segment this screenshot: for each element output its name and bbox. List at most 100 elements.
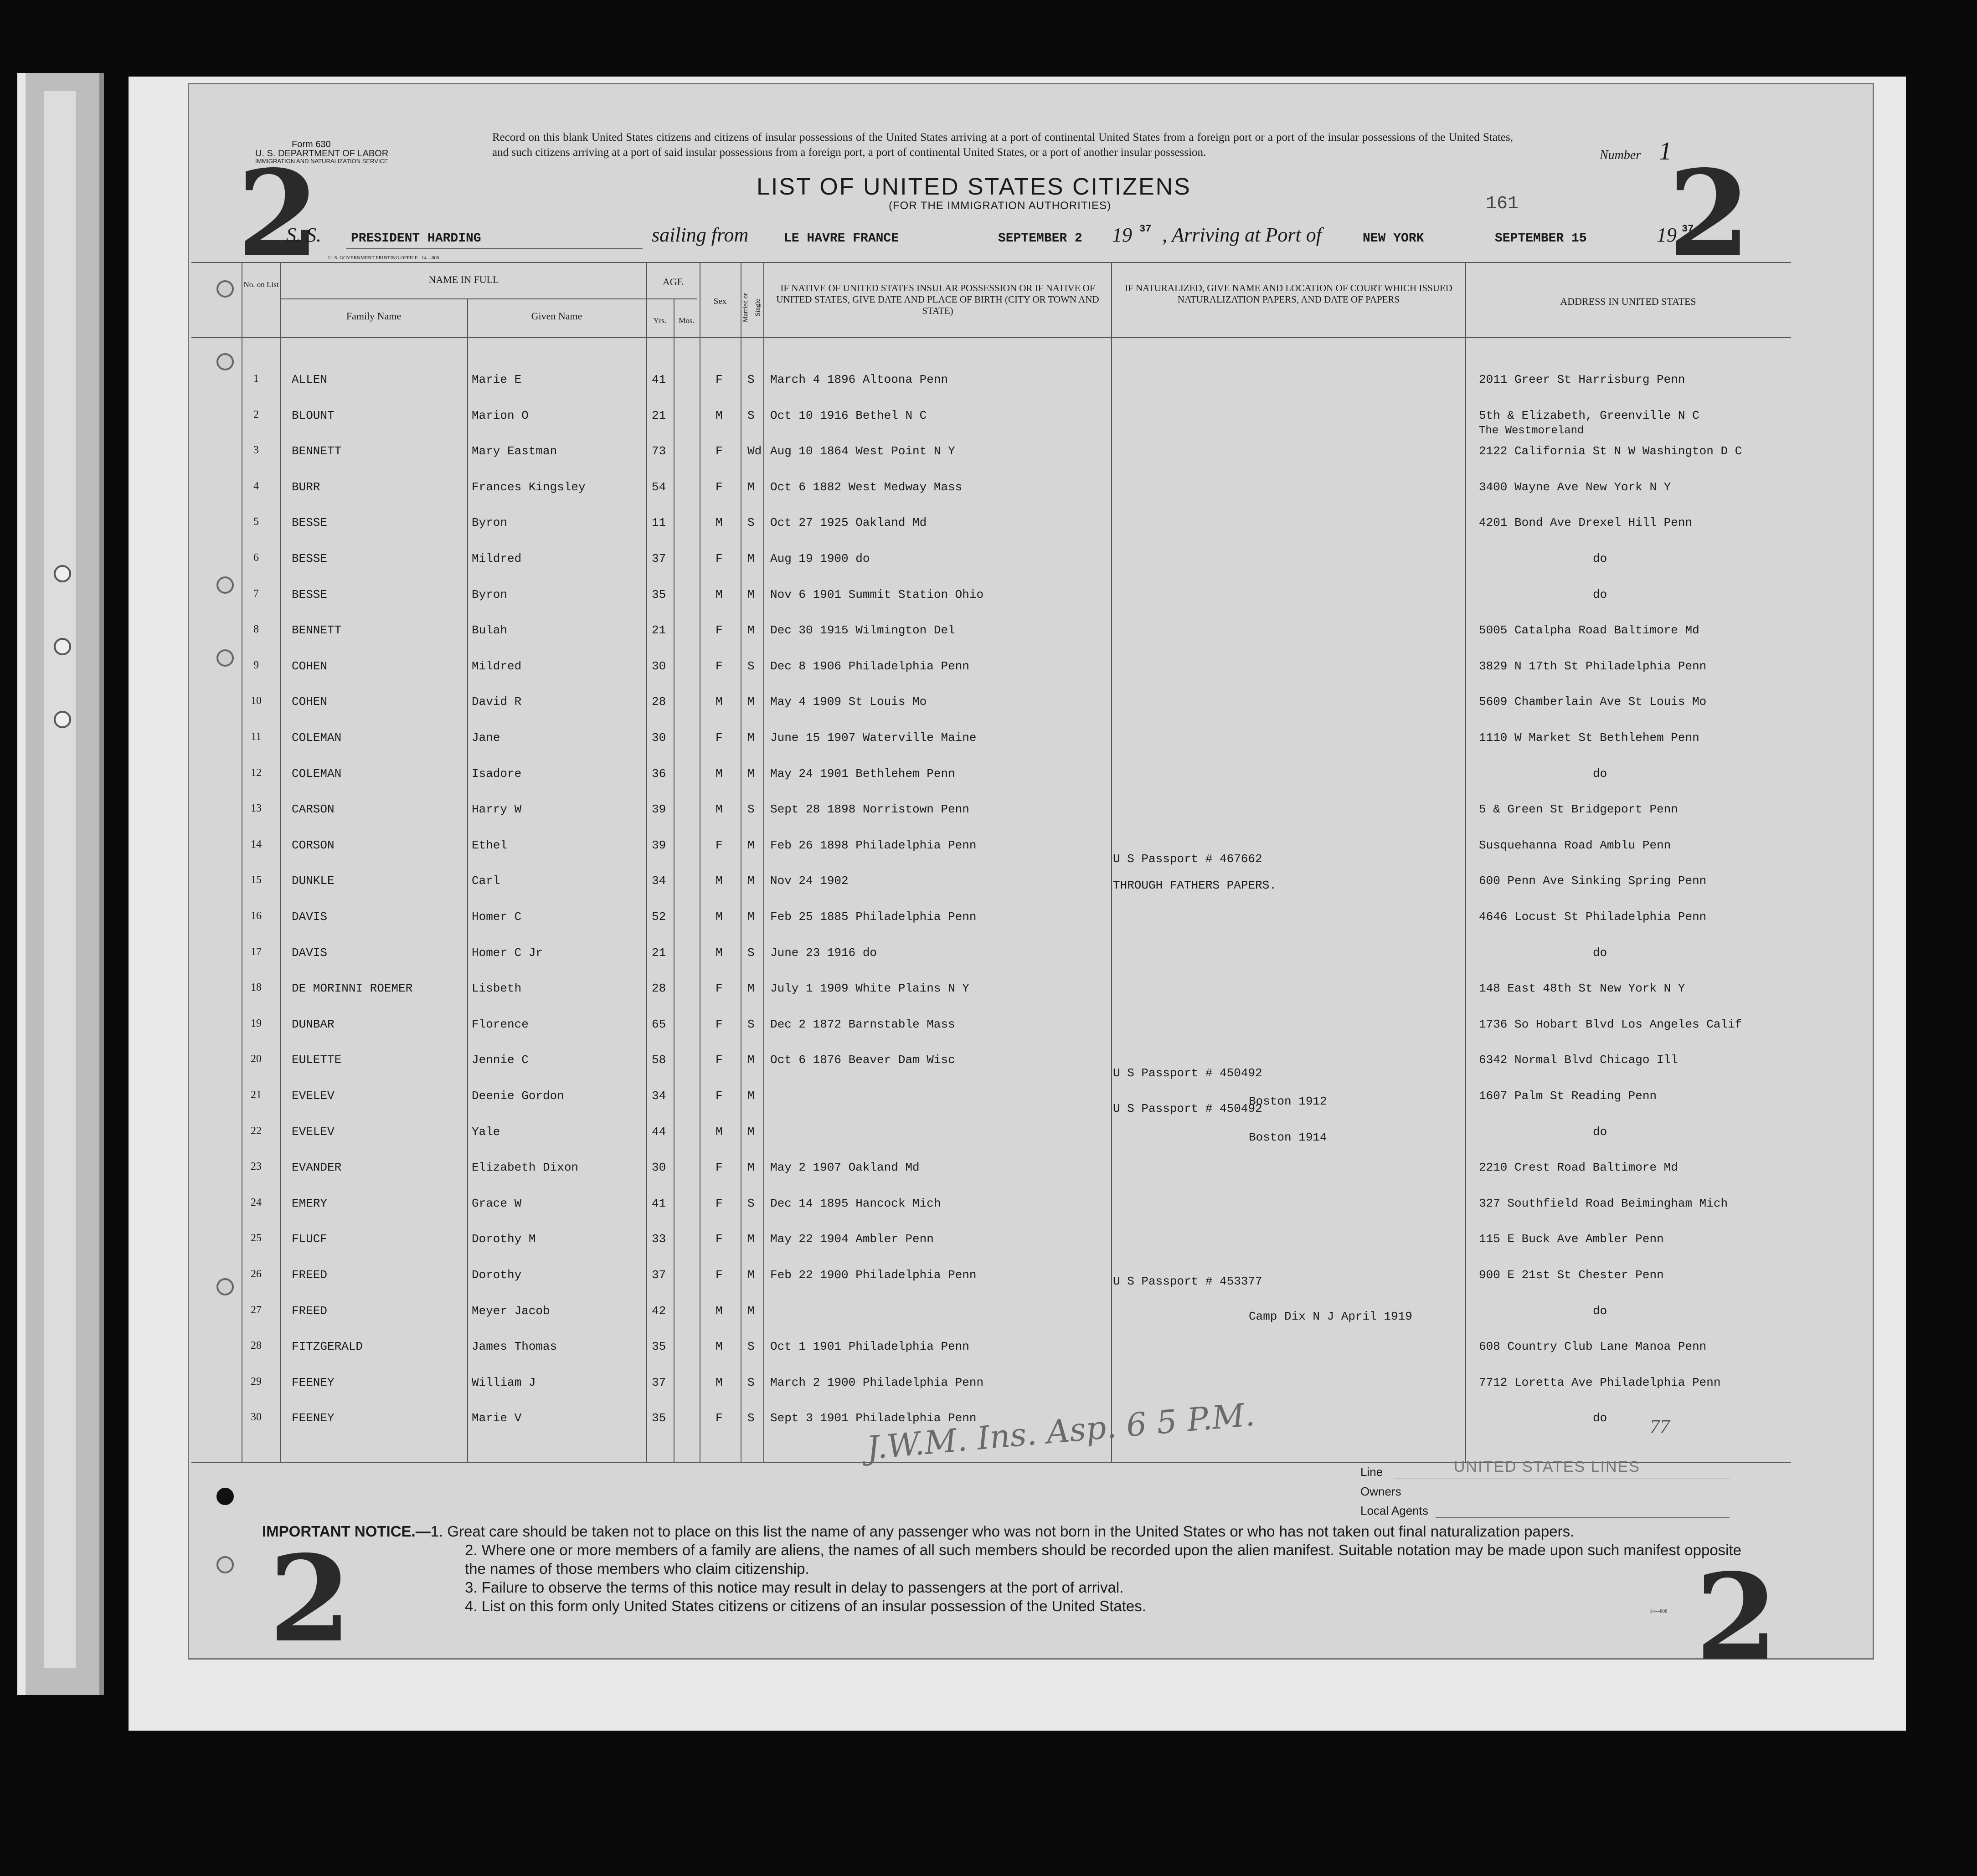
birth-date-place: Oct 27 1925 Oakland Md (770, 516, 927, 529)
number-label: Number (1600, 148, 1641, 162)
us-address: 1736 So Hobart Blvd Los Angeles Calif (1479, 1018, 1742, 1031)
family-name: FEENEY (292, 1411, 335, 1425)
us-address: 327 Southfield Road Beimingham Mich (1479, 1197, 1728, 1210)
header-mos: Mos. (679, 316, 695, 325)
sex: F (716, 444, 723, 458)
notice-text-1: 1. Great care should be taken not to pla… (430, 1523, 1575, 1540)
family-name: EVELEV (292, 1125, 335, 1139)
header-no-on-list: No. on List (243, 280, 279, 289)
sex: M (716, 946, 723, 960)
given-name: Ethel (472, 838, 508, 852)
marital-status: M (747, 982, 755, 995)
binder-hole (54, 565, 71, 582)
marital-status: M (747, 1053, 755, 1067)
given-name: Mildred (472, 659, 522, 673)
sex: F (716, 731, 723, 745)
local-agents-label: Local Agents (1360, 1504, 1428, 1517)
family-name: FEENEY (292, 1376, 335, 1389)
row-number: 16 (251, 910, 262, 922)
punch-hole (216, 649, 234, 667)
us-address: do (1593, 588, 1607, 601)
marital-status: M (747, 1268, 755, 1282)
address-secondary-line: The Westmoreland (1479, 425, 1584, 437)
marital-status: S (747, 946, 755, 960)
family-name: COLEMAN (292, 731, 342, 745)
sex: M (716, 516, 723, 529)
sex: F (716, 1053, 723, 1067)
sex: M (716, 588, 723, 601)
age-years: 21 (652, 623, 666, 637)
row-number: 11 (251, 731, 262, 743)
ship-underline (346, 248, 643, 249)
age-years: 37 (652, 552, 666, 565)
marital-status: M (747, 1125, 755, 1139)
row-number: 25 (251, 1232, 262, 1244)
us-address: do (1593, 946, 1607, 960)
table-top-rule (191, 262, 1791, 263)
marital-status: M (747, 910, 755, 924)
sex: F (716, 480, 723, 494)
header-name-in-full: NAME IN FULL (428, 274, 499, 285)
family-name: BURR (292, 480, 320, 494)
family-name: DAVIS (292, 946, 328, 960)
header-yrs: Yrs. (653, 316, 667, 325)
naturalization: THROUGH FATHERS PAPERS. (1113, 879, 1277, 892)
sex: M (716, 874, 723, 888)
row-number: 21 (251, 1089, 262, 1101)
family-name: BLOUNT (292, 409, 335, 422)
family-name: BESSE (292, 516, 328, 529)
family-name: BESSE (292, 588, 328, 601)
birth-date-place: Oct 6 1876 Beaver Dam Wisc (770, 1053, 955, 1067)
row-number: 3 (253, 444, 259, 456)
sailing-from-label: sailing from (652, 224, 749, 246)
age-years: 39 (652, 838, 666, 852)
age-years: 54 (652, 480, 666, 494)
us-address: Susquehanna Road Amblu Penn (1479, 838, 1671, 852)
us-address: 2210 Crest Road Baltimore Md (1479, 1161, 1678, 1174)
port-of-departure: LE HAVRE FRANCE (784, 231, 899, 246)
us-address: 4646 Locust St Philadelphia Penn (1479, 910, 1707, 924)
sex: F (716, 1232, 723, 1246)
age-years: 41 (652, 373, 666, 386)
line-value: UNITED STATES LINES (1454, 1458, 1640, 1475)
header-birth: IF NATIVE OF UNITED STATES INSULAR POSSE… (776, 283, 1099, 316)
given-name: Mildred (472, 552, 522, 565)
header-given-name: Given Name (531, 310, 582, 322)
row-number: 7 (253, 588, 259, 600)
birth-date-place: Feb 25 1885 Philadelphia Penn (770, 910, 977, 924)
age-years: 34 (652, 874, 666, 888)
row-number: 5 (253, 516, 259, 528)
birth-date-place: July 1 1909 White Plains N Y (770, 982, 969, 995)
us-address: 7712 Loretta Ave Philadelphia Penn (1479, 1376, 1721, 1389)
marital-status: M (747, 480, 755, 494)
marital-status: M (747, 731, 755, 745)
header-family-name: Family Name (346, 310, 402, 322)
row-number: 4 (253, 480, 259, 492)
us-address: 5th & Elizabeth, Greenville N C (1479, 409, 1699, 422)
marital-status: S (747, 409, 755, 422)
ship-name: PRESIDENT HARDING (351, 231, 481, 246)
naturalization: Camp Dix N J April 1919 (1249, 1310, 1412, 1323)
marital-status: S (747, 1411, 755, 1425)
birth-date-place: May 24 1901 Bethlehem Penn (770, 767, 955, 781)
age-years: 35 (652, 1340, 666, 1353)
corner-code: 14—808 (1650, 1609, 1668, 1614)
ss-label: S. S. (286, 224, 321, 246)
arriving-label: , Arriving at Port of (1162, 224, 1322, 246)
given-name: Lisbeth (472, 982, 522, 995)
sex: M (716, 767, 723, 781)
marital-status: S (747, 1018, 755, 1031)
intro-paragraph: Record on this blank United States citiz… (492, 131, 1513, 159)
family-name: DUNKLE (292, 874, 335, 888)
sex: F (716, 982, 723, 995)
us-address: 3400 Wayne Ave New York N Y (1479, 480, 1671, 494)
family-name: FITZGERALD (292, 1340, 363, 1353)
row-number: 2 (253, 409, 259, 421)
col-rule (646, 262, 647, 1462)
row-number: 8 (253, 623, 259, 635)
naturalization: Boston 1914 (1249, 1131, 1327, 1144)
birth-date-place: Aug 19 1900 do (770, 552, 870, 565)
departure-year: 37 (1139, 223, 1152, 235)
marital-status: M (747, 1161, 755, 1174)
us-address: 115 E Buck Ave Ambler Penn (1479, 1232, 1664, 1246)
